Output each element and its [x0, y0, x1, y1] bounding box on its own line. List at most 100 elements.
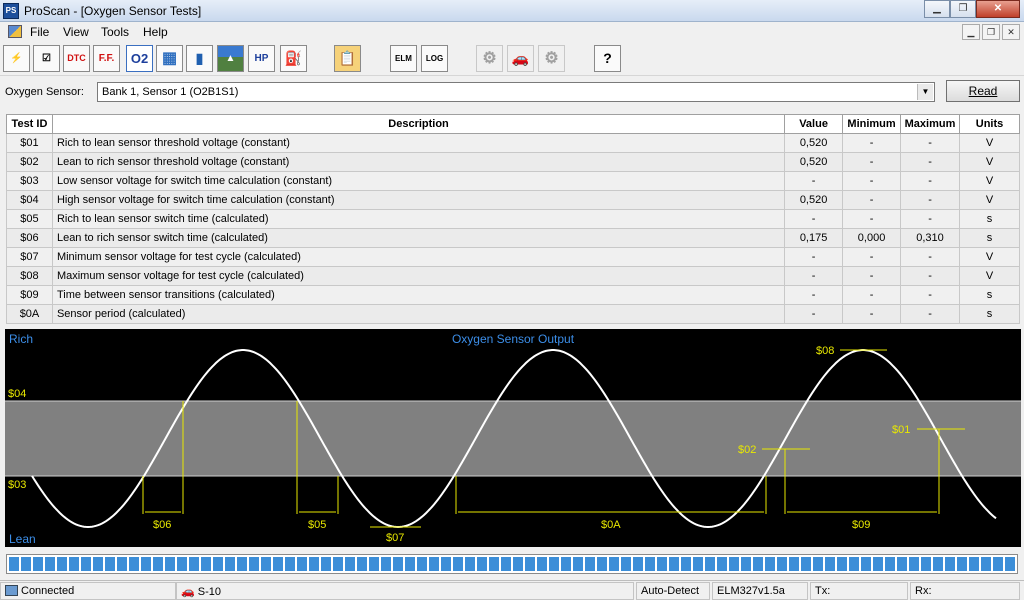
table-row[interactable]: $09 Time between sensor transitions (calc… [6, 285, 1020, 305]
cell-minimum: - [842, 171, 902, 191]
cell-units: V [959, 247, 1020, 267]
mdi-close-button[interactable]: ✕ [1002, 24, 1020, 40]
progress-segment [333, 557, 343, 571]
table-row[interactable]: $05 Rich to lean sensor switch time (calc… [6, 209, 1020, 229]
label-s07: $07 [386, 532, 404, 544]
cell-units: V [959, 190, 1020, 210]
minimize-button[interactable]: ▁ [924, 0, 950, 18]
status-interface: ELM327v1.5a [712, 582, 808, 600]
progress-segment [897, 557, 907, 571]
cell-description: Lean to rich sensor threshold voltage (c… [51, 152, 786, 172]
close-button[interactable]: ✕ [976, 0, 1020, 18]
column-header-minimum[interactable]: Minimum [842, 114, 902, 134]
progress-segment [801, 557, 811, 571]
progress-segment [993, 557, 1003, 571]
dtc-icon[interactable]: DTC [63, 45, 90, 72]
table-row[interactable]: $03 Low sensor voltage for switch time ca… [6, 171, 1020, 191]
table-icon[interactable]: ▦ [156, 45, 183, 72]
menu-tools[interactable]: Tools [101, 25, 129, 39]
horsepower-icon[interactable]: HP [248, 45, 275, 72]
freeze-frame-icon[interactable]: F.F. [93, 45, 120, 72]
progress-segment [933, 557, 943, 571]
progress-segment [225, 557, 235, 571]
progress-segment [249, 557, 259, 571]
table-row[interactable]: $06 Lean to rich sensor switch time (calc… [6, 228, 1020, 248]
table-row[interactable]: $0A Sensor period (calculated) - - - s [6, 304, 1020, 324]
table-row[interactable]: $08 Maximum sensor voltage for test cycle… [6, 266, 1020, 286]
sensor-test-table: Test ID Description Value Minimum Maximu… [6, 114, 1020, 324]
cell-value: - [784, 285, 844, 305]
label-s02: $02 [738, 444, 756, 456]
menu-file[interactable]: File [30, 25, 49, 39]
cell-value: - [784, 171, 844, 191]
mdi-minimize-button[interactable]: ▁ [962, 24, 980, 40]
table-row[interactable]: $01 Rich to lean sensor threshold voltage… [6, 133, 1020, 153]
table-row[interactable]: $07 Minimum sensor voltage for test cycle… [6, 247, 1020, 267]
progress-segment [429, 557, 439, 571]
column-header-description[interactable]: Description [51, 114, 786, 134]
table-row[interactable]: $04 High sensor voltage for switch time c… [6, 190, 1020, 210]
diagram-title: Oxygen Sensor Output [452, 332, 575, 346]
progress-segment [57, 557, 67, 571]
proscan-app-icon[interactable]: PS [3, 3, 19, 19]
dropdown-arrow-icon[interactable]: ▼ [917, 84, 933, 100]
status-bar: Connected 🚗 S-10 Auto-Detect ELM327v1.5a… [0, 580, 1024, 600]
mdi-restore-button[interactable]: ❐ [982, 24, 1000, 40]
progress-segment [189, 557, 199, 571]
fuel-icon[interactable]: ⛽ [280, 45, 307, 72]
progress-segment [345, 557, 355, 571]
oxygen-sensor-select[interactable]: Bank 1, Sensor 1 (O2B1S1) ▼ [97, 82, 935, 102]
cell-maximum: - [900, 133, 961, 153]
window-controls: ▁ ❐ ✕ [924, 0, 1020, 18]
column-header-test-id[interactable]: Test ID [6, 114, 53, 134]
progress-segment [441, 557, 451, 571]
bar-graph-icon[interactable]: ▮ [186, 45, 213, 72]
engine-icon[interactable]: ⚙ [476, 45, 503, 72]
cell-value: - [784, 304, 844, 324]
cell-description: Low sensor voltage for switch time calcu… [51, 171, 786, 191]
elm-icon[interactable]: ELM [390, 45, 417, 72]
read-button[interactable]: Read [946, 80, 1020, 102]
road-icon[interactable]: ▲ [217, 45, 244, 72]
oxygen-sensor-diagram: Rich Lean Oxygen Sensor Output $04 $03 $… [5, 329, 1021, 547]
progress-segment [405, 557, 415, 571]
checkmark-icon[interactable]: ☑ [33, 45, 60, 72]
connect-icon[interactable]: ⚡ [3, 45, 30, 72]
cell-test-id: $0A [6, 304, 53, 324]
menu-help[interactable]: Help [143, 25, 168, 39]
progress-segment [705, 557, 715, 571]
progress-segment [969, 557, 979, 571]
progress-segment [513, 557, 523, 571]
menu-view[interactable]: View [63, 25, 89, 39]
progress-segment [849, 557, 859, 571]
cell-test-id: $06 [6, 228, 53, 248]
connection-status: Connected [21, 585, 75, 597]
document-icon[interactable] [8, 25, 22, 38]
help-icon[interactable]: ? [594, 45, 621, 72]
gear-icon[interactable]: ⚙ [538, 45, 565, 72]
label-s05: $05 [308, 519, 326, 531]
table-row[interactable]: $02 Lean to rich sensor threshold voltage… [6, 152, 1020, 172]
o2-icon[interactable]: O2 [126, 45, 153, 72]
maximize-button[interactable]: ❐ [950, 0, 976, 18]
label-s06: $06 [153, 519, 171, 531]
progress-segment [93, 557, 103, 571]
car-icon[interactable]: 🚗 [507, 45, 534, 72]
cell-units: s [959, 285, 1020, 305]
cell-maximum: - [900, 190, 961, 210]
status-protocol: Auto-Detect [636, 582, 710, 600]
progress-segment [81, 557, 91, 571]
cell-description: Rich to lean sensor threshold voltage (c… [51, 133, 786, 153]
cell-test-id: $09 [6, 285, 53, 305]
progress-segment [885, 557, 895, 571]
progress-segment [393, 557, 403, 571]
column-header-maximum[interactable]: Maximum [900, 114, 961, 134]
log-icon[interactable]: LOG [421, 45, 448, 72]
progress-segment [321, 557, 331, 571]
cell-description: Minimum sensor voltage for test cycle (c… [51, 247, 786, 267]
progress-segment [609, 557, 619, 571]
progress-segment [45, 557, 55, 571]
column-header-value[interactable]: Value [784, 114, 844, 134]
clipboard-icon[interactable]: 📋 [334, 45, 361, 72]
column-header-units[interactable]: Units [959, 114, 1020, 134]
